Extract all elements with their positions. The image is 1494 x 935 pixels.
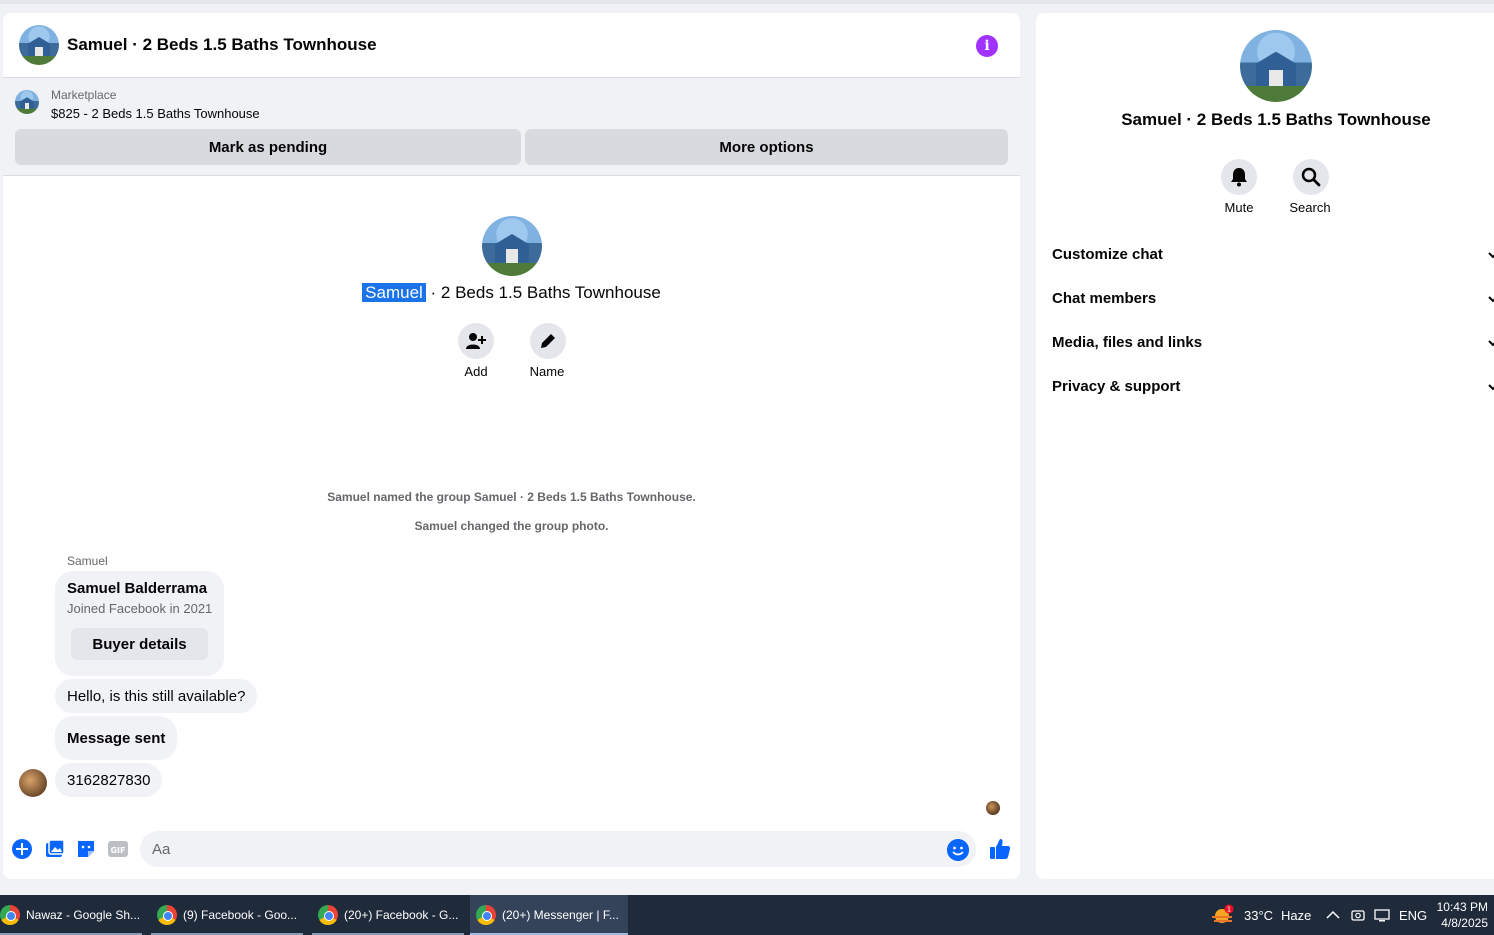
chrome-icon — [476, 905, 496, 925]
taskbar-item-label: Nawaz - Google Sh... — [26, 908, 141, 922]
sticker-icon[interactable] — [75, 838, 97, 860]
system-message: Samuel named the group Samuel · 2 Beds 1… — [327, 490, 696, 504]
add-label: Add — [464, 364, 488, 379]
name-group-button[interactable] — [530, 323, 566, 359]
weather-haze-icon: 1 — [1212, 904, 1234, 923]
top-strip — [0, 0, 1494, 4]
weather-condition: Haze — [1281, 907, 1312, 923]
network-status[interactable] — [1373, 895, 1391, 935]
add-people-button[interactable] — [458, 323, 494, 359]
language-indicator[interactable]: ENG — [1399, 895, 1427, 935]
message-bubble[interactable]: Hello, is this still available? — [55, 679, 258, 713]
svg-text:GIF: GIF — [110, 846, 125, 855]
taskbar-item-label: (20+) Facebook - G... — [344, 908, 459, 922]
chat-title[interactable]: Samuel · 2 Beds 1.5 Baths Townhouse — [67, 35, 377, 55]
chevron-up-icon — [1326, 910, 1340, 919]
windows-taskbar: Nawaz - Google Sh... (9) Facebook - Goo.… — [0, 895, 1494, 935]
message-bubble[interactable]: 3162827830 — [55, 763, 163, 797]
section-media-files-links[interactable]: Media, files and links — [1052, 334, 1494, 351]
more-options-button[interactable]: More options — [525, 129, 1008, 165]
chevron-down-icon — [1488, 295, 1494, 302]
info-group-avatar[interactable] — [1240, 30, 1312, 102]
section-label: Media, files and links — [1052, 334, 1203, 351]
listing-thumbnail[interactable] — [15, 90, 39, 114]
seen-indicator-avatar — [986, 801, 1000, 815]
buyer-name: Samuel Balderrama — [67, 580, 208, 597]
section-label: Customize chat — [1052, 246, 1163, 263]
buyer-card: Samuel Balderrama Joined Facebook in 202… — [55, 571, 224, 676]
info-icon[interactable]: i — [976, 35, 998, 57]
message-input[interactable]: Aa — [140, 831, 976, 867]
chevron-down-icon — [1488, 251, 1494, 258]
clock-time: 10:43 PM — [1436, 900, 1488, 914]
show-hidden-icons-button[interactable] — [1326, 895, 1340, 935]
info-title: Samuel · 2 Beds 1.5 Baths Townhouse — [1121, 110, 1431, 129]
weather-badge: 1 — [1227, 906, 1231, 914]
bell-icon — [1231, 168, 1247, 187]
section-customize-chat[interactable]: Customize chat — [1052, 246, 1494, 263]
intro-title-rest: · 2 Beds 1.5 Baths Townhouse — [425, 283, 661, 302]
search-icon — [1301, 167, 1321, 187]
taskbar-item-facebook-2[interactable]: (20+) Facebook - G... — [312, 895, 464, 935]
thumbs-up-icon[interactable] — [988, 837, 1012, 861]
intro-title-selected: Samuel — [362, 283, 426, 302]
chat-panel: Samuel · 2 Beds 1.5 Baths Townhouse i Ma… — [3, 13, 1020, 879]
taskbar-item-label: (9) Facebook - Goo... — [183, 908, 298, 922]
name-label: Name — [529, 364, 565, 379]
taskbar-item-facebook-1[interactable]: (9) Facebook - Goo... — [151, 895, 303, 935]
weather-temp: 33°C — [1244, 907, 1274, 923]
buyer-details-button[interactable]: Buyer details — [71, 628, 208, 660]
weather-widget[interactable]: 1 33°C Haze — [1210, 895, 1311, 935]
search-button[interactable] — [1293, 159, 1329, 195]
intro-group-avatar — [482, 216, 542, 276]
mute-button[interactable] — [1221, 159, 1257, 195]
system-clock[interactable]: 10:43 PM 4/8/2025 — [1437, 899, 1488, 931]
camera-icon — [1351, 910, 1365, 921]
search-label: Search — [1289, 200, 1331, 215]
chat-header: Samuel · 2 Beds 1.5 Baths Townhouse i — [3, 13, 1020, 78]
section-label: Chat members — [1052, 290, 1157, 307]
pencil-icon — [541, 334, 555, 348]
mark-as-pending-button[interactable]: Mark as pending — [15, 129, 521, 165]
sender-avatar[interactable] — [19, 769, 47, 797]
chevron-down-icon — [1488, 339, 1494, 346]
system-message: Samuel changed the group photo. — [414, 519, 609, 533]
mute-label: Mute — [1224, 200, 1254, 215]
chat-info-panel: Samuel · 2 Beds 1.5 Baths Townhouse Mute… — [1036, 13, 1494, 879]
intro-title: Samuel · 2 Beds 1.5 Baths Townhouse — [3, 283, 1020, 303]
group-avatar[interactable] — [19, 25, 59, 65]
gif-icon[interactable]: GIF — [107, 838, 129, 860]
taskbar-item-label: (20+) Messenger | F... — [502, 908, 619, 922]
taskbar-item-messenger[interactable]: (20+) Messenger | F... — [470, 895, 628, 935]
section-privacy-support[interactable]: Privacy & support — [1052, 378, 1494, 395]
section-chat-members[interactable]: Chat members — [1052, 290, 1494, 307]
chrome-icon — [318, 905, 338, 925]
taskbar-item-google-sheets[interactable]: Nawaz - Google Sh... — [0, 895, 142, 935]
message-bubble[interactable]: Message sent — [55, 716, 178, 760]
buyer-joined: Joined Facebook in 2021 — [67, 601, 213, 616]
marketplace-label: Marketplace — [51, 88, 117, 102]
emoji-icon[interactable] — [947, 839, 969, 861]
section-label: Privacy & support — [1052, 378, 1181, 395]
photo-icon[interactable] — [43, 838, 65, 860]
chevron-down-icon — [1488, 383, 1494, 390]
sync-status[interactable] — [1350, 895, 1366, 935]
marketplace-banner: Marketplace $825 - 2 Beds 1.5 Baths Town… — [3, 78, 1020, 176]
plus-circle-icon[interactable] — [11, 838, 33, 860]
listing-title[interactable]: $825 - 2 Beds 1.5 Baths Townhouse — [51, 106, 260, 121]
clock-date: 4/8/2025 — [1441, 916, 1488, 930]
chrome-icon — [0, 905, 20, 925]
add-person-icon — [466, 333, 486, 349]
sender-name: Samuel — [67, 554, 108, 568]
chrome-icon — [157, 905, 177, 925]
network-icon — [1374, 909, 1390, 922]
